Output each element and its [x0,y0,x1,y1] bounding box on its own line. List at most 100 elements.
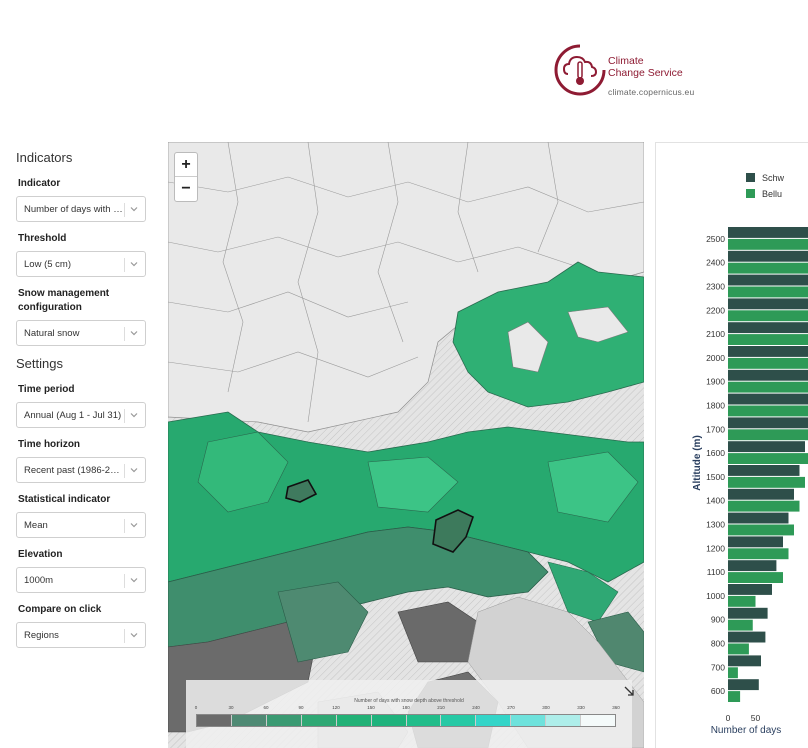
legend-title: Number of days with snow depth above thr… [354,698,464,704]
chart-bar [728,357,808,369]
chevron-down-icon [130,413,138,418]
time-horizon-label: Time horizon [18,439,81,450]
map-canvas[interactable] [168,142,644,748]
legend-swatch [197,715,232,726]
legend-swatch [406,715,442,726]
altitude-bar-chart: Schw Bellu Altitude (m) 2500 2400 2300 2200 210… [692,173,808,736]
chart-legend-swatch [746,189,755,198]
legend-tick-label: 0 [194,705,198,710]
chart-y-axis-label: Altitude (m) [692,435,703,491]
chart-bar [728,286,808,298]
time-period-label: Time period [18,384,75,395]
chart-y-tick-label: 2300 [706,282,725,292]
threshold-label: Threshold [18,233,67,244]
chart-bar [728,250,808,262]
legend-swatch [301,715,337,726]
legend-swatch [266,715,302,726]
chart-bar [728,572,783,583]
compare-on-click-value: Regions [24,630,59,641]
indicator-select[interactable]: Number of days with s... [16,196,146,222]
chart-bar [728,334,808,345]
chart-bar [728,643,749,655]
map-legend: Number of days with snow depth above thr… [186,680,632,748]
legend-swatch [231,715,267,726]
legend-swatch [441,715,477,726]
zoom-out-button[interactable]: − [175,177,197,201]
statistical-indicator-value: Mean [24,520,48,531]
legend-tick-label: 330 [577,705,585,710]
chart-bar [728,488,794,500]
map-svg[interactable] [168,142,644,748]
chart-y-tick-label: 800 [711,639,725,649]
chart-bar [728,238,808,250]
thermometer-cloud-icon [554,44,606,96]
legend-color-bar [196,714,616,727]
chevron-down-icon [130,633,138,638]
indicator-value: Number of days with s... [24,204,124,215]
legend-tick-label: 270 [507,705,515,710]
chart-y-tick-label: 1400 [706,496,725,506]
chart-bar [728,667,738,679]
chart-y-tick-label: 1700 [706,424,725,434]
chart-bar [728,512,789,524]
logo-title: Climate Change Service [608,55,683,79]
chart-bar [728,417,808,429]
chart-y-tick-label: 2200 [706,305,725,315]
logo-title-line1: Climate [608,55,644,67]
chart-bar [728,465,800,476]
chart-bar [728,476,805,488]
chart-y-tick-label: 1100 [707,567,726,577]
chart-bar [728,524,794,536]
chart-bar [728,393,808,405]
legend-swatch [476,715,512,726]
chart-bar [728,560,777,572]
chart-y-tick-label: 600 [711,686,725,696]
chart-x-tick-label: 0 [726,713,731,723]
snow-management-select[interactable]: Natural snow [16,320,146,346]
chart-panel: Schw Bellu Altitude (m) 2500 2400 2300 2200 210… [655,142,808,748]
chart-bar [728,607,768,619]
sidebar: Indicators Indicator Number of days with… [16,150,151,658]
chart-y-tick-label: 2100 [706,329,725,339]
chart-bar [728,227,808,238]
compare-on-click-select[interactable]: Regions [16,622,146,648]
zoom-in-button[interactable]: + [175,153,197,177]
chart-bar [728,262,808,274]
chart-y-tick-label: 1500 [706,472,725,482]
indicator-label: Indicator [18,178,61,189]
chart-y-tick-label: 900 [711,615,725,625]
chart-legend-label: Schw [762,173,785,183]
time-horizon-value: Recent past (1986-2005) [24,465,124,476]
legend-swatch [581,715,616,726]
select-separator [124,519,125,533]
expand-icon[interactable] [623,685,635,697]
snow-management-label-line2: configuration [18,302,82,313]
chart-bar [728,274,808,286]
chevron-down-icon [130,578,138,583]
statistical-indicator-label: Statistical indicator [18,494,111,505]
select-separator [124,258,125,272]
legend-swatch [546,715,582,726]
chart-legend-swatch [746,173,755,182]
copernicus-logo: Climate Change Service climate.copernicu… [550,40,710,100]
chart-x-tick-label: 50 [751,713,761,723]
logo-title-line2: Change Service [608,67,683,79]
chart-bar [728,536,783,548]
legend-tick-label: 120 [332,705,340,710]
time-horizon-select[interactable]: Recent past (1986-2005) [16,457,146,483]
legend-tick-label: 30 [228,705,234,710]
statistical-indicator-select[interactable]: Mean [16,512,146,538]
elevation-label: Elevation [18,549,63,560]
snow-management-label-line1: Snow management [18,288,110,299]
threshold-select[interactable]: Low (5 cm) [16,251,146,277]
chevron-down-icon [130,468,138,473]
threshold-value: Low (5 cm) [24,259,71,270]
time-period-select[interactable]: Annual (Aug 1 - Jul 31) [16,402,146,428]
legend-tick-label: 360 [612,705,620,710]
chart-y-tick-label: 2400 [706,258,725,268]
chart-y-tick-label: 1800 [706,401,725,411]
elevation-select[interactable]: 1000m [16,567,146,593]
chart-bar [728,346,808,357]
select-separator [124,629,125,643]
zoom-control: + − [174,152,198,202]
